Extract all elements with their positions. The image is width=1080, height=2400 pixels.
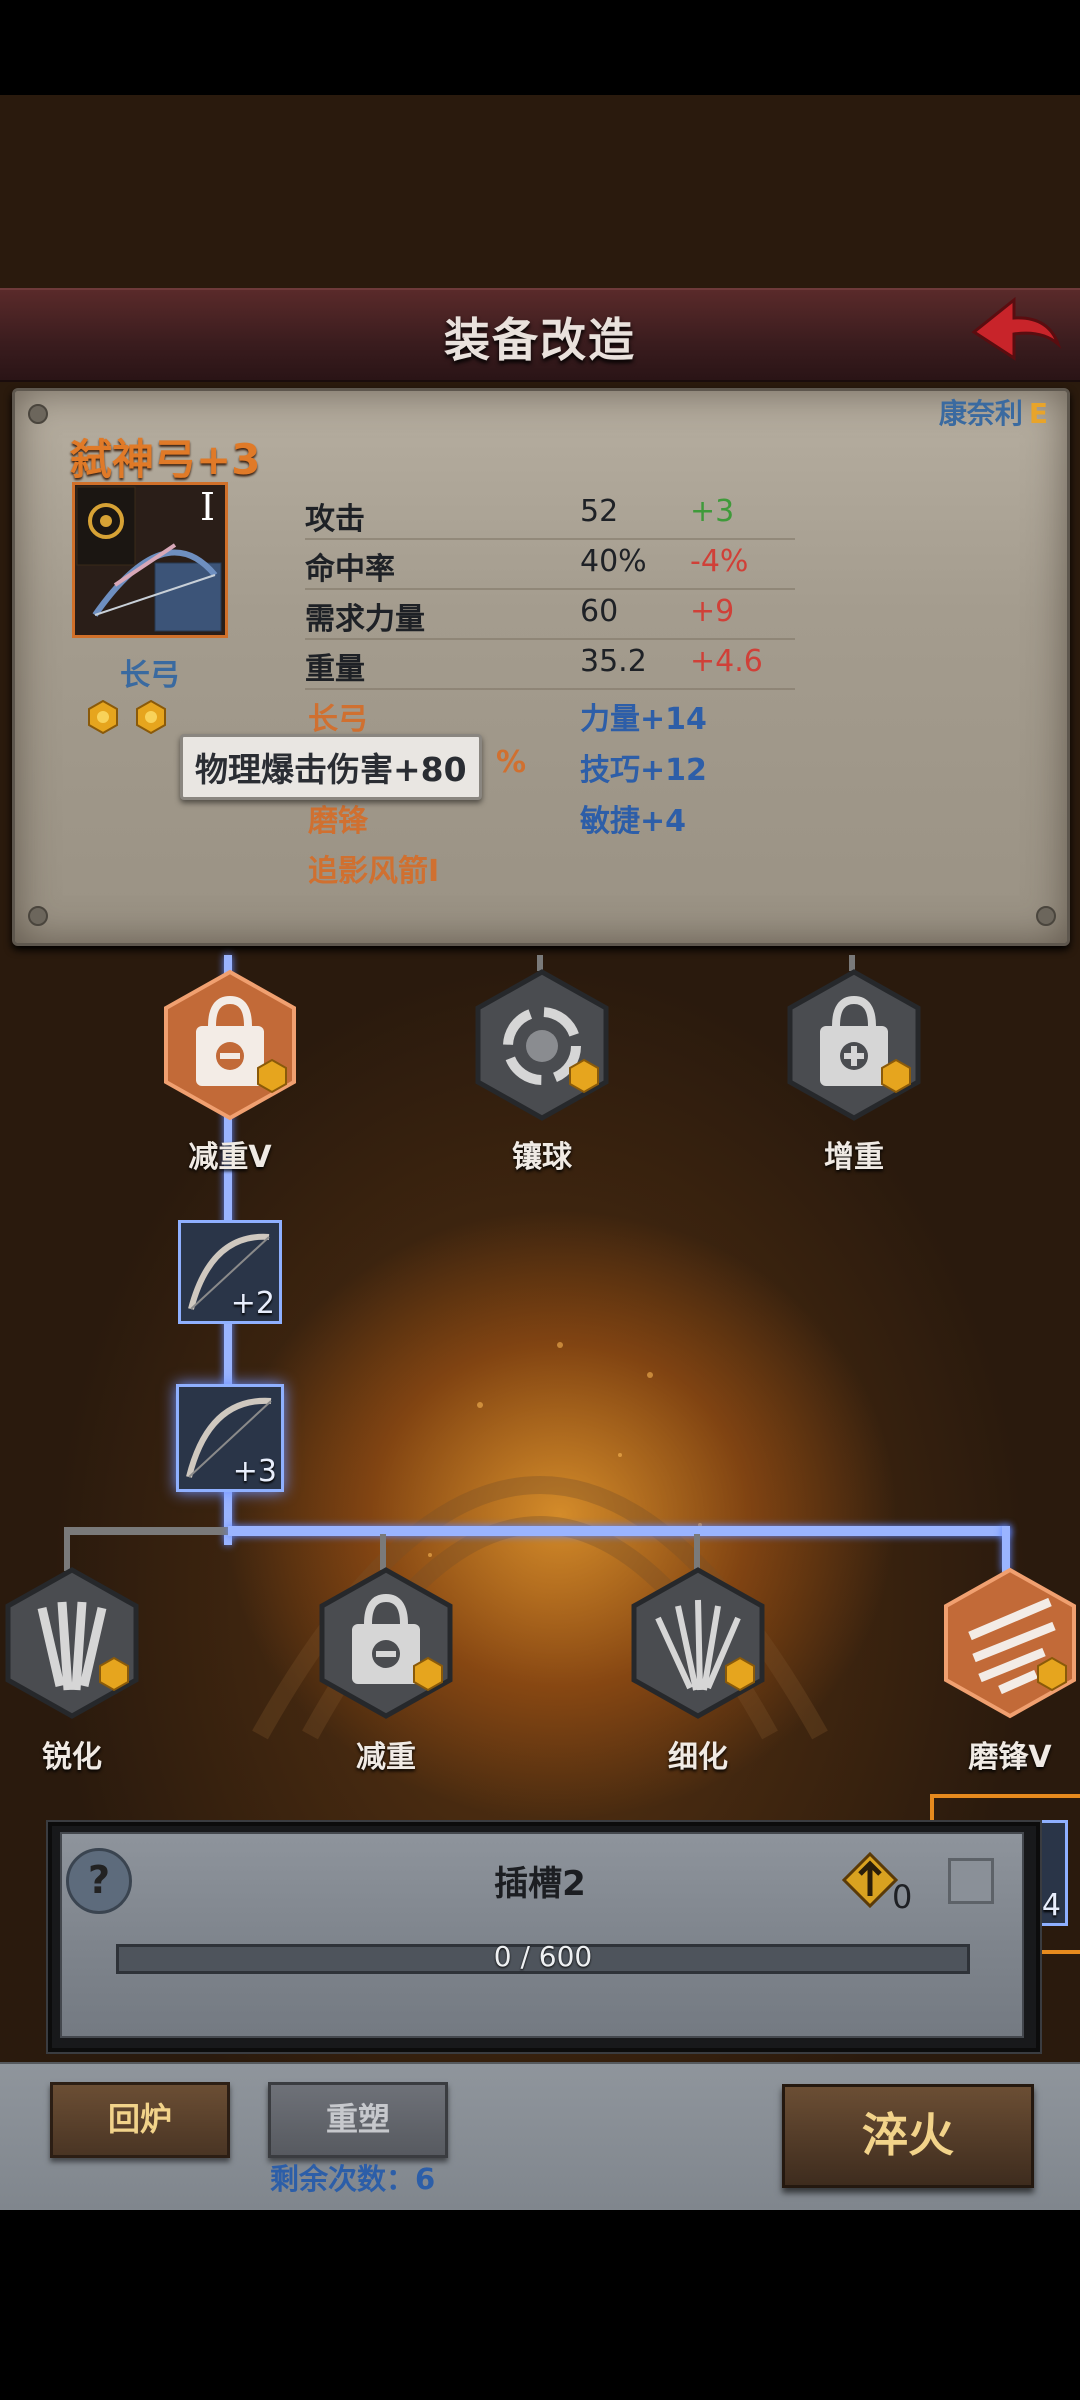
socket-icon [475,969,609,1121]
tier-label: I [199,485,215,529]
material-count: 0 [892,1878,913,1916]
stat-value: 35.2 [580,644,647,679]
bow-upgrade-slot[interactable]: +3 [176,1384,284,1492]
gem-icon [88,700,118,734]
node-label: 磨锋V [968,1740,1052,1775]
node-label: 增重 [824,1140,884,1175]
stat-label: 重量 [305,652,365,687]
hone-icon [944,1567,1076,1719]
affix-label: % [496,745,527,780]
stat-row-weight: 重量 35.2 +4.6 [305,640,795,690]
stat-label: 攻击 [305,502,365,537]
node-hone-v[interactable] [940,1566,1080,1721]
tree-branch-active [228,1526,1010,1536]
remaining-count: 剩余次数：6 [270,2162,436,2196]
stat-delta: +4.6 [690,644,763,679]
node-weight-increase[interactable] [784,968,924,1123]
affix-label: 磨锋 [308,804,368,839]
sharpen-icon [5,1567,139,1719]
bonus-label: 敏捷+4 [580,804,687,839]
material-icon [842,1852,898,1908]
rivet [1036,906,1056,926]
node-label: 细化 [668,1740,728,1775]
stat-delta: +9 [690,594,735,629]
refine-icon [631,1567,765,1719]
stat-value: 52 [580,494,619,529]
slot-checkbox[interactable] [948,1858,994,1904]
help-button[interactable]: ? [66,1848,132,1914]
tree-branch [380,1534,386,1570]
weight-minus-icon [319,1567,453,1719]
rivet [28,404,48,424]
tree-branch [64,1527,70,1571]
slot-title: 插槽2 [494,1864,586,1904]
affix-label: 长弓 [308,702,368,737]
bonus-label: 力量+14 [580,702,707,737]
node-weight-reduce[interactable] [316,1566,456,1721]
node-sharpen[interactable] [2,1566,142,1721]
node-label: 锐化 [42,1740,102,1775]
stat-row-attack: 攻击 52 +3 [305,490,795,540]
title-bar: 装备改造 [0,288,1080,382]
back-button[interactable] [968,292,1064,372]
node-label: 减重 [356,1740,416,1775]
stat-label: 需求力量 [305,602,425,637]
progress-text: 0 / 600 [493,1940,593,1973]
stat-delta: +3 [690,494,735,529]
bow-upgrade-slot[interactable]: +2 [178,1220,282,1324]
tooltip: 物理爆击伤害+80 [180,734,482,800]
stat-row-required-strength: 需求力量 60 +9 [305,590,795,640]
owner-grade: E [1028,397,1048,430]
weight-plus-icon [787,969,921,1121]
back-arrow-icon [971,296,1062,361]
node-refine[interactable] [628,1566,768,1721]
owner-name: 康奈利 [938,397,1023,430]
item-type: 长弓 [120,658,180,693]
tree-branch [64,1527,228,1535]
owner-label: 康奈利 E [939,392,1048,432]
item-name: 弑神弓+3 [70,435,261,484]
bonus-label: 技巧+12 [580,753,707,788]
recycle-button[interactable]: 回炉 [50,2082,230,2158]
stat-value: 60 [580,594,619,629]
tree-branch [694,1534,700,1570]
page-title: 装备改造 [444,313,636,367]
gem-icon [136,700,166,734]
stat-value: 40% [580,544,647,579]
item-icon[interactable]: I [72,482,228,638]
node-label: 镶球 [512,1140,572,1175]
node-weight-reduce-v[interactable] [160,968,300,1123]
question-icon: ? [87,1858,111,1902]
slot-level: +3 [232,1454,277,1489]
weight-minus-icon [164,969,296,1121]
stat-delta: -4% [690,544,749,579]
reforge-button[interactable]: 重塑 [268,2082,448,2158]
node-label: 减重V [188,1140,272,1175]
stat-label: 命中率 [305,552,395,587]
rivet [28,906,48,926]
quench-button[interactable]: 淬火 [782,2084,1034,2188]
node-socket[interactable] [472,968,612,1123]
bottom-bezel [0,2205,1080,2400]
stat-row-accuracy: 命中率 40% -4% [305,540,795,590]
affix-label: 追影风箭I [308,854,440,889]
slot-level: +2 [230,1286,275,1321]
